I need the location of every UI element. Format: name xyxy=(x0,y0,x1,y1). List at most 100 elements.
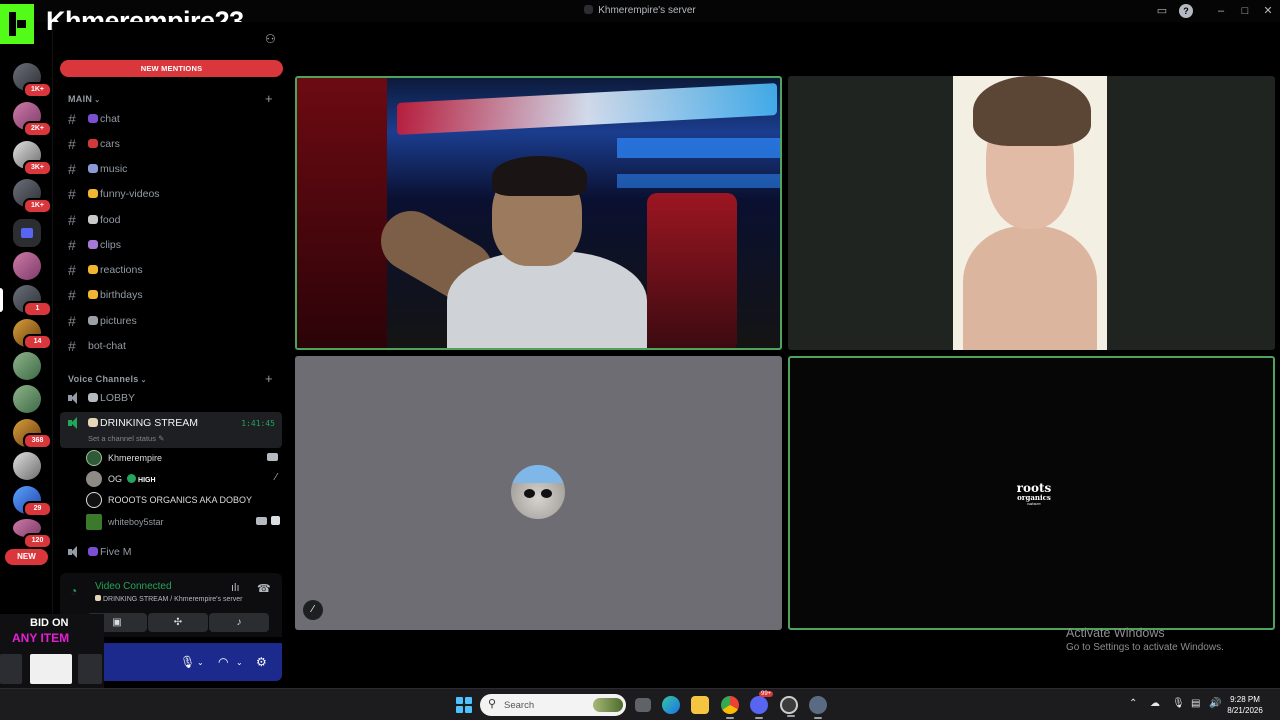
maximize-button[interactable]: □ xyxy=(1238,4,1252,18)
discord-icon[interactable]: 99+ xyxy=(750,691,774,719)
close-button[interactable]: ✕ xyxy=(1261,4,1275,18)
video-icon xyxy=(256,517,267,525)
server-rail: 1K+ 2K+ 3K+ 1K+ 1 14 368 29 120 NEW xyxy=(0,55,52,688)
server-folder[interactable] xyxy=(13,219,41,247)
pencil-icon: ✎ xyxy=(158,434,165,443)
gear-icon[interactable]: ⚙ xyxy=(256,655,267,669)
help-icon[interactable]: ? xyxy=(1179,4,1193,18)
file-explorer-icon[interactable] xyxy=(691,696,709,714)
avatar-sky xyxy=(511,465,565,483)
channel-bot-chat[interactable]: # bot-chat xyxy=(60,335,282,357)
channel-emoji-icon xyxy=(88,164,98,173)
chevron-up-icon[interactable]: ⌃ xyxy=(1129,698,1137,709)
search-box[interactable]: ⚲ Search xyxy=(480,694,626,716)
voice-member[interactable]: ROOOTS ORGANICS AKA DOBOY xyxy=(86,490,282,510)
channel-label: bot-chat xyxy=(88,340,126,352)
taskbar-clock[interactable]: 9:28 PM 8/21/2026 xyxy=(1225,694,1265,716)
channel-pictures[interactable]: # pictures xyxy=(60,310,282,332)
channel-food[interactable]: # food xyxy=(60,209,282,231)
disconnect-icon[interactable]: ☎ xyxy=(257,582,271,595)
chrome-icon[interactable] xyxy=(721,696,739,719)
voice-location[interactable]: DRINKING STREAM / Khmerempire's server xyxy=(95,595,242,603)
new-unreads-pill[interactable]: NEW xyxy=(5,549,48,565)
chevron-down-icon[interactable]: ⌄ xyxy=(236,658,243,667)
server-icon[interactable] xyxy=(13,385,41,413)
channel-label: funny-videos xyxy=(100,188,160,200)
mention-badge: 1 xyxy=(23,301,52,317)
channel-emoji-icon xyxy=(88,240,98,249)
cloud-icon[interactable]: ☁ xyxy=(1150,698,1160,709)
connection-signal-icon[interactable]: ◔ xyxy=(70,584,84,598)
mention-badge: 2K+ xyxy=(23,121,52,137)
server-icon[interactable] xyxy=(13,452,41,480)
avatar xyxy=(86,471,102,487)
muted-icon: ⁄ xyxy=(303,600,323,620)
channel-emoji-icon xyxy=(88,215,98,224)
invite-people-icon[interactable]: ⚇ xyxy=(265,32,279,46)
create-channel-icon[interactable]: + xyxy=(265,371,273,386)
voice-member[interactable]: OG HIGH ⁄ xyxy=(86,469,282,489)
watermark-subtitle: Go to Settings to activate Windows. xyxy=(1066,642,1224,653)
speaker-icon xyxy=(68,546,80,558)
server-icon[interactable] xyxy=(13,252,41,280)
start-button[interactable] xyxy=(456,697,472,713)
network-icon[interactable]: ▤ xyxy=(1191,698,1200,709)
channel-label: LOBBY xyxy=(100,392,136,404)
server-icon[interactable] xyxy=(13,352,41,380)
soundboard-button[interactable]: ♪ xyxy=(209,613,269,632)
category-label: Voice Channels xyxy=(68,374,139,384)
voice-member[interactable]: whiteboy5star xyxy=(86,512,282,532)
video-tile-og[interactable] xyxy=(788,76,1275,350)
set-channel-status[interactable]: Set a channel status ✎ xyxy=(88,434,164,443)
windows-taskbar: ⚲ Search 99+ ⌃ ☁ 🎙 ▤ 🔊 9:28 PM 8/21/2026 xyxy=(0,688,1280,720)
channel-chat[interactable]: # chat xyxy=(60,108,282,130)
create-channel-icon[interactable]: + xyxy=(265,91,273,106)
mention-badge: 1K+ xyxy=(23,82,52,98)
clock-date: 8/21/2026 xyxy=(1227,706,1263,715)
headphones-icon[interactable]: ◠ xyxy=(218,655,228,669)
volume-icon[interactable]: 🔊 xyxy=(1209,698,1221,709)
video-tile-avatar[interactable]: ⁄ xyxy=(295,356,782,630)
chevron-down-icon[interactable]: ⌄ xyxy=(197,658,204,667)
hash-icon: # xyxy=(68,161,76,177)
voice-member[interactable]: Khmerempire xyxy=(86,448,282,468)
video-tile-khmerempire[interactable] xyxy=(295,76,782,350)
mention-badge: 29 xyxy=(23,501,52,517)
app-icon[interactable] xyxy=(780,696,798,717)
video-icon xyxy=(267,453,278,461)
minimize-button[interactable]: – xyxy=(1214,4,1228,18)
channel-birthdays[interactable]: # birthdays xyxy=(60,284,282,306)
channel-music[interactable]: # music xyxy=(60,158,282,180)
channel-funny-videos[interactable]: # funny-videos xyxy=(60,183,282,205)
streamer-figure xyxy=(370,156,647,348)
noise-suppression-icon[interactable]: ılı xyxy=(231,582,240,594)
channel-reactions[interactable]: # reactions xyxy=(60,259,282,281)
mention-badge: 1K+ xyxy=(23,198,52,214)
channel-emoji-icon xyxy=(95,595,101,601)
category-voice-channels[interactable]: Voice Channels ⌄ xyxy=(68,374,147,384)
server-icon xyxy=(584,5,594,14)
microphone-icon[interactable]: 🎙 xyxy=(180,655,195,669)
settings-app-icon[interactable] xyxy=(809,696,827,719)
channel-emoji-icon xyxy=(88,265,98,274)
mention-badge: 14 xyxy=(23,334,52,350)
channel-cars[interactable]: # cars xyxy=(60,133,282,155)
member-name: Khmerempire xyxy=(108,453,163,463)
edge-icon[interactable] xyxy=(662,696,680,714)
hash-icon: # xyxy=(68,262,76,278)
avatar xyxy=(86,450,102,466)
category-main[interactable]: MAIN ⌄ xyxy=(68,94,100,104)
voice-channel-five-m[interactable]: Five M xyxy=(60,541,282,563)
video-tile-roots-organics[interactable]: roots organics nature xyxy=(788,356,1275,630)
clock-time: 9:28 PM xyxy=(1230,695,1260,704)
microphone-icon[interactable]: 🎙 xyxy=(1172,698,1185,709)
voice-channel-lobby[interactable]: LOBBY xyxy=(60,387,282,409)
voice-status: Video Connected xyxy=(95,581,172,592)
channel-clips[interactable]: # clips xyxy=(60,234,282,256)
new-mentions-button[interactable]: NEW MENTIONS xyxy=(60,60,283,77)
channel-sidebar: ⚇ NEW MENTIONS MAIN ⌄ + # chat # cars # musi… xyxy=(52,22,288,688)
logo-text: nature xyxy=(1027,501,1041,506)
activities-button[interactable]: ✣ xyxy=(148,613,208,632)
task-view-icon[interactable] xyxy=(635,698,651,712)
inbox-icon[interactable]: ▭ xyxy=(1155,4,1169,18)
